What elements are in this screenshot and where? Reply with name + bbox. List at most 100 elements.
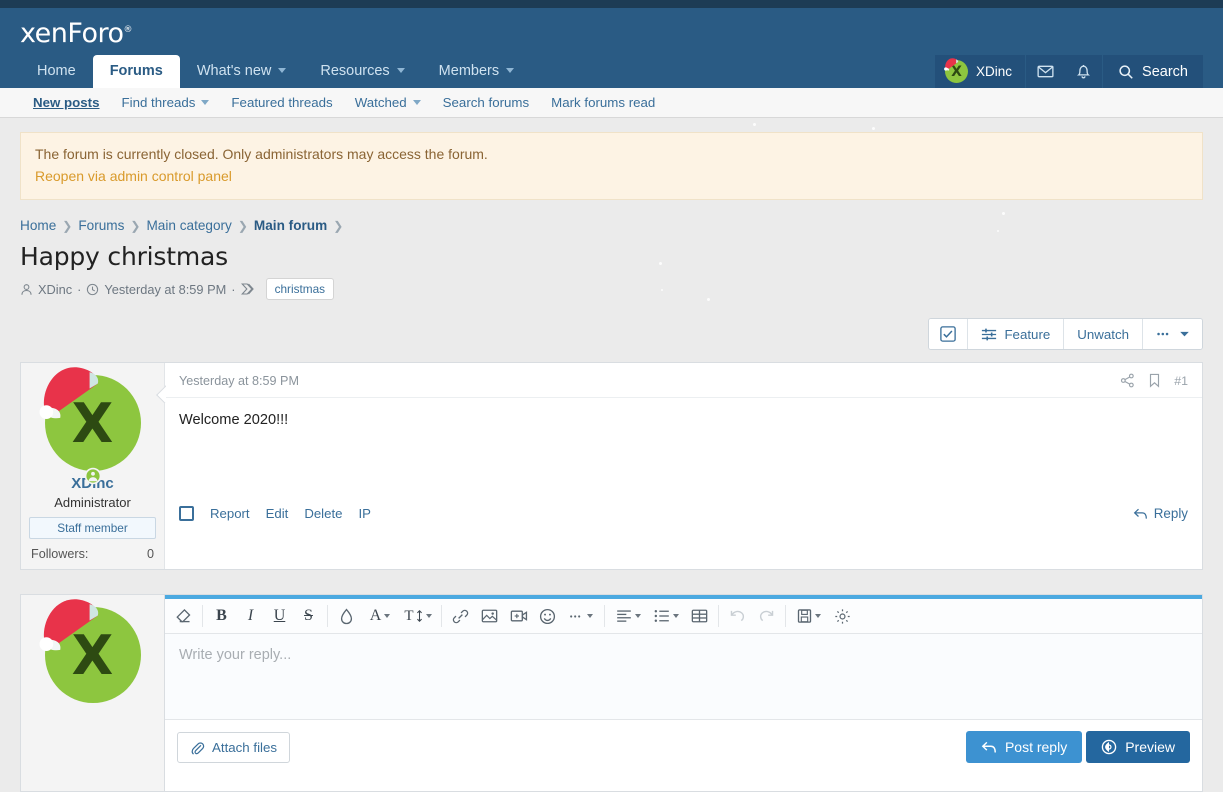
toolbar-divider	[785, 605, 786, 627]
post-message-body: Welcome 2020!!!	[165, 398, 1202, 500]
post-footer: Report Edit Delete IP Reply	[165, 500, 1202, 533]
editor-settings-gear-icon[interactable]	[828, 602, 857, 630]
post-date[interactable]: Yesterday at 8:59 PM	[179, 374, 299, 388]
eye-icon	[1101, 739, 1117, 755]
thread-date[interactable]: Yesterday at 8:59 PM	[104, 282, 226, 297]
toolbar-divider	[202, 605, 203, 627]
avatar[interactable]: X	[45, 607, 141, 703]
author-stat-followers: Followers: 0	[29, 547, 156, 561]
thread-actions: Feature Unwatch	[20, 318, 1203, 350]
toolbar-divider	[604, 605, 605, 627]
thread-meta: XDinc · Yesterday at 8:59 PM · christmas	[20, 278, 1203, 300]
search-button[interactable]: Search	[1103, 55, 1203, 88]
post-header-right: #1	[1120, 373, 1188, 388]
chevron-down-icon	[1180, 331, 1189, 337]
editor-submit-buttons: Post reply Preview	[966, 731, 1190, 763]
breadcrumb-item-home[interactable]: Home	[20, 218, 56, 233]
breadcrumb-item-forums[interactable]: Forums	[78, 218, 124, 233]
subnav-item-new-posts[interactable]: New posts	[20, 95, 111, 110]
nav-tab-whats-new[interactable]: What's new	[180, 55, 304, 89]
link-icon[interactable]	[446, 602, 475, 630]
text-color-icon[interactable]	[332, 602, 361, 630]
thread-tag[interactable]: christmas	[266, 278, 334, 300]
select-thread-checkbox-button[interactable]	[929, 319, 967, 349]
list-icon[interactable]	[647, 602, 685, 630]
font-size-icon[interactable]: T	[399, 602, 437, 630]
subnav-item-search-forums[interactable]: Search forums	[432, 95, 540, 110]
quick-reply-author-panel: X	[20, 594, 164, 792]
font-family-icon[interactable]: A	[361, 602, 399, 630]
primary-nav: Home Forums What's new Resources Members	[20, 52, 531, 88]
preview-button[interactable]: Preview	[1086, 731, 1190, 763]
nav-tab-forums[interactable]: Forums	[93, 55, 180, 89]
page-title: Happy christmas	[20, 242, 1203, 271]
subnav-item-find-threads[interactable]: Find threads	[111, 95, 221, 110]
share-icon[interactable]	[1120, 373, 1135, 388]
italic-icon[interactable]: I	[236, 602, 265, 630]
chevron-down-icon	[201, 100, 209, 105]
top-accent-strip	[0, 0, 1223, 8]
unwatch-thread-button[interactable]: Unwatch	[1063, 319, 1142, 349]
user-menu-button[interactable]: X XDinc	[935, 55, 1025, 88]
post-report-link[interactable]: Report	[210, 506, 250, 521]
nav-tab-resources[interactable]: Resources	[303, 55, 421, 89]
subnav-item-watched[interactable]: Watched	[344, 95, 432, 110]
undo-icon[interactable]	[723, 602, 752, 630]
feature-label: Feature	[1004, 327, 1050, 342]
more-options-icon[interactable]	[562, 602, 600, 630]
insert-video-icon[interactable]	[504, 602, 533, 630]
reply-textarea[interactable]: Write your reply...	[165, 634, 1202, 720]
chevron-down-icon	[397, 68, 405, 73]
chevron-down-icon	[587, 614, 593, 618]
remove-formatting-icon[interactable]	[169, 602, 198, 630]
insert-image-icon[interactable]	[475, 602, 504, 630]
breadcrumb-separator-icon: ❯	[333, 219, 343, 233]
post-delete-link[interactable]: Delete	[304, 506, 342, 521]
alerts-bell-icon[interactable]	[1064, 55, 1102, 88]
chevron-down-icon	[673, 614, 679, 618]
text-align-icon[interactable]	[609, 602, 647, 630]
bookmark-icon[interactable]	[1148, 373, 1161, 388]
avatar[interactable]: X	[45, 375, 141, 471]
underline-icon[interactable]: U	[265, 602, 294, 630]
site-logo[interactable]: xenForo®	[20, 8, 132, 49]
post-reply-button[interactable]: Reply	[1133, 506, 1188, 521]
insert-table-icon[interactable]	[685, 602, 714, 630]
post-reply-button[interactable]: Post reply	[966, 731, 1082, 763]
thread-author-link[interactable]: XDinc	[38, 282, 72, 297]
smilies-icon[interactable]	[533, 602, 562, 630]
nav-tab-label: Home	[37, 64, 76, 79]
post-number[interactable]: #1	[1174, 374, 1188, 388]
avatar: X	[945, 60, 968, 83]
search-icon	[1118, 64, 1134, 80]
meta-dot: ·	[77, 282, 81, 297]
stat-value: 0	[147, 547, 154, 561]
nav-tab-home[interactable]: Home	[20, 55, 93, 89]
quick-reply-editor: B I U S A T	[164, 594, 1203, 792]
drafts-icon[interactable]	[790, 602, 828, 630]
nav-tab-label: Resources	[320, 64, 389, 79]
redo-icon[interactable]	[752, 602, 781, 630]
size-arrows-icon	[416, 609, 423, 623]
attach-files-button[interactable]: Attach files	[177, 732, 290, 763]
post-edit-link[interactable]: Edit	[266, 506, 289, 521]
subnav-label: Find threads	[122, 95, 196, 110]
subnav-item-mark-forums-read[interactable]: Mark forums read	[540, 95, 666, 110]
breadcrumb-item-main-category[interactable]: Main category	[146, 218, 231, 233]
nav-tab-members[interactable]: Members	[422, 55, 531, 89]
inbox-envelope-icon[interactable]	[1026, 55, 1064, 88]
toolbar-divider	[327, 605, 328, 627]
subnav-item-featured-threads[interactable]: Featured threads	[220, 95, 343, 110]
post-header: Yesterday at 8:59 PM #1	[165, 363, 1202, 398]
feature-thread-button[interactable]: Feature	[967, 319, 1063, 349]
post-ip-link[interactable]: IP	[358, 506, 370, 521]
bold-icon[interactable]: B	[207, 602, 236, 630]
strikethrough-icon[interactable]: S	[294, 602, 323, 630]
reply-arrow-icon	[1133, 507, 1148, 521]
nav-tab-label: What's new	[197, 64, 272, 79]
post-select-checkbox[interactable]	[179, 506, 194, 521]
reopen-forum-link[interactable]: Reopen via admin control panel	[35, 168, 232, 184]
breadcrumb-item-main-forum[interactable]: Main forum	[254, 218, 327, 233]
more-thread-actions-button[interactable]	[1142, 319, 1202, 349]
site-logo-trademark: ®	[124, 25, 133, 35]
